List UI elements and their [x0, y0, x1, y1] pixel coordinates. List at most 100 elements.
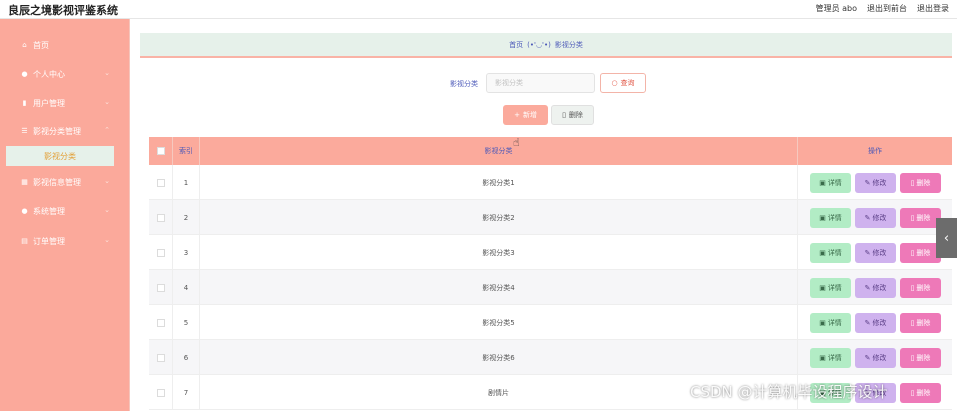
- bar-chart-icon: ▮: [22, 99, 27, 107]
- location-icon: ●: [21, 207, 28, 215]
- edit-button[interactable]: ✎ 修改: [855, 277, 896, 298]
- edit-label: 修改: [872, 318, 887, 327]
- row-category: 影视分类2: [200, 200, 798, 235]
- delete-button[interactable]: ▯ 删除: [900, 382, 941, 403]
- delete-button[interactable]: ▯ 删除: [900, 347, 941, 368]
- search-icon: ○: [611, 79, 618, 87]
- table-row: 6 影视分类6 ▣ 详情 ✎ 修改 ▯ 删除: [149, 340, 952, 375]
- detail-button[interactable]: ▣ 详情: [810, 277, 851, 298]
- row-checkbox-cell: [149, 305, 173, 340]
- sidebar-item-home[interactable]: ⌂ 首页: [0, 31, 130, 59]
- chevron-down-icon: ⌄: [104, 69, 110, 77]
- edit-icon: ✎: [864, 353, 871, 362]
- row-index: 5: [173, 305, 200, 340]
- delete-button[interactable]: ▯ 删除: [900, 242, 941, 263]
- chevron-down-icon: ⌄: [104, 236, 110, 244]
- sidebar-item-orders[interactable]: ▤ 订单管理 ⌄: [0, 227, 130, 255]
- edit-label: 修改: [872, 248, 887, 257]
- row-checkbox-cell: [149, 200, 173, 235]
- sidebar-item-users[interactable]: ▮ 用户管理 ⌄: [0, 89, 130, 117]
- sidebar-item-system[interactable]: ● 系统管理 ⌄: [0, 197, 130, 225]
- detail-button[interactable]: ▣ 详情: [810, 172, 851, 193]
- row-category: 影视分类4: [200, 270, 798, 305]
- row-checkbox[interactable]: [156, 248, 165, 257]
- row-checkbox-cell: [149, 235, 173, 270]
- row-index: 2: [173, 200, 200, 235]
- edit-button[interactable]: ✎ 修改: [855, 242, 896, 263]
- table-row: 3 影视分类3 ▣ 详情 ✎ 修改 ▯ 删除: [149, 235, 952, 270]
- row-category: 影视分类1: [200, 165, 798, 200]
- delete-button[interactable]: ▯ 删除: [900, 312, 941, 333]
- sidebar-item-label: 订单管理: [33, 236, 65, 246]
- delete-button[interactable]: ▯ 删除: [900, 172, 941, 193]
- row-index: 3: [173, 235, 200, 270]
- detail-button[interactable]: ▣ 详情: [810, 207, 851, 228]
- row-checkbox[interactable]: [156, 318, 165, 327]
- list-icon: ☰: [21, 127, 28, 135]
- chevron-up-icon: ⌃: [104, 126, 110, 134]
- edit-icon: ✎: [864, 283, 871, 292]
- edit-button[interactable]: ✎ 修改: [855, 347, 896, 368]
- add-button-label: 新增: [522, 111, 537, 119]
- top-right-links: 管理员 abo 退出到前台 退出登录: [816, 3, 949, 14]
- logout-link[interactable]: 退出登录: [917, 3, 949, 14]
- row-checkbox[interactable]: [156, 388, 165, 397]
- row-category: 影视分类3: [200, 235, 798, 270]
- row-checkbox[interactable]: [156, 353, 165, 362]
- detail-button[interactable]: ▣ 详情: [810, 312, 851, 333]
- sidebar-item-film-info[interactable]: ▦ 影视信息管理 ⌄: [0, 168, 130, 196]
- grid-icon: ▦: [21, 178, 28, 186]
- edit-button[interactable]: ✎ 修改: [855, 172, 896, 193]
- sidebar-item-label: 个人中心: [33, 69, 65, 79]
- detail-icon: ▣: [819, 283, 826, 292]
- row-checkbox-cell: [149, 270, 173, 305]
- edit-icon: ✎: [864, 178, 871, 187]
- select-all-checkbox[interactable]: [156, 147, 165, 155]
- row-checkbox-cell: [149, 340, 173, 375]
- sidebar-item-label: 系统管理: [33, 206, 65, 216]
- sidebar-item-label: 影视分类管理: [33, 126, 81, 136]
- search-input[interactable]: [486, 73, 595, 93]
- edit-button[interactable]: ✎ 修改: [855, 312, 896, 333]
- batch-delete-button[interactable]: ▯ 删除: [551, 105, 594, 125]
- row-checkbox[interactable]: [156, 283, 165, 292]
- sidebar-item-category-mgmt[interactable]: ☰ 影视分类管理 ⌃: [0, 117, 130, 145]
- row-checkbox[interactable]: [156, 213, 165, 222]
- detail-label: 详情: [827, 248, 842, 257]
- table-row: 4 影视分类4 ▣ 详情 ✎ 修改 ▯ 删除: [149, 270, 952, 305]
- detail-icon: ▣: [819, 178, 826, 187]
- chevron-down-icon: ⌄: [104, 206, 110, 214]
- row-checkbox[interactable]: [156, 178, 165, 187]
- query-button-label: 查询: [620, 79, 635, 87]
- table-icon: ▤: [21, 237, 28, 245]
- top-header: 良辰之境影视评鉴系统 管理员 abo 退出到前台 退出登录: [0, 0, 957, 19]
- delete-label: 删除: [916, 388, 931, 397]
- delete-button[interactable]: ▯ 删除: [900, 277, 941, 298]
- sidebar-subitem-category[interactable]: 影视分类: [6, 146, 114, 166]
- breadcrumb-home[interactable]: 首页: [509, 40, 523, 50]
- sidebar-item-profile[interactable]: ● 个人中心 ⌄: [0, 60, 130, 88]
- delete-label: 删除: [916, 283, 931, 292]
- row-category: 影视分类6: [200, 340, 798, 375]
- user-icon: ●: [21, 70, 28, 78]
- add-button[interactable]: + 新增: [503, 105, 548, 125]
- chevron-down-icon: ⌄: [104, 98, 110, 106]
- header-index: 索引: [173, 137, 200, 165]
- delete-button[interactable]: ▯ 删除: [900, 207, 941, 228]
- detail-button[interactable]: ▣ 详情: [810, 347, 851, 368]
- header-ops: 操作: [868, 147, 882, 155]
- row-ops: ▣ 详情 ✎ 修改 ▯ 删除: [798, 340, 952, 375]
- front-link[interactable]: 退出到前台: [867, 3, 907, 14]
- breadcrumb: 首页 (•'◡'•) 影视分类: [140, 33, 952, 58]
- edit-label: 修改: [872, 178, 887, 187]
- edit-button[interactable]: ✎ 修改: [855, 207, 896, 228]
- sidebar-item-label: 首页: [33, 40, 49, 50]
- sidebar: ⌂ 首页 ● 个人中心 ⌄ ▮ 用户管理 ⌄ ☰ 影视分类管理 ⌃ 影视分类 ▦…: [0, 19, 130, 411]
- query-button[interactable]: ○ 查询: [600, 73, 646, 93]
- trash-icon: ▯: [910, 178, 915, 187]
- collapse-handle[interactable]: ‹: [936, 218, 957, 258]
- row-index: 1: [173, 165, 200, 200]
- table-header: 索引 影视分类 操作: [149, 137, 952, 165]
- trash-icon: ▯: [910, 318, 915, 327]
- detail-button[interactable]: ▣ 详情: [810, 242, 851, 263]
